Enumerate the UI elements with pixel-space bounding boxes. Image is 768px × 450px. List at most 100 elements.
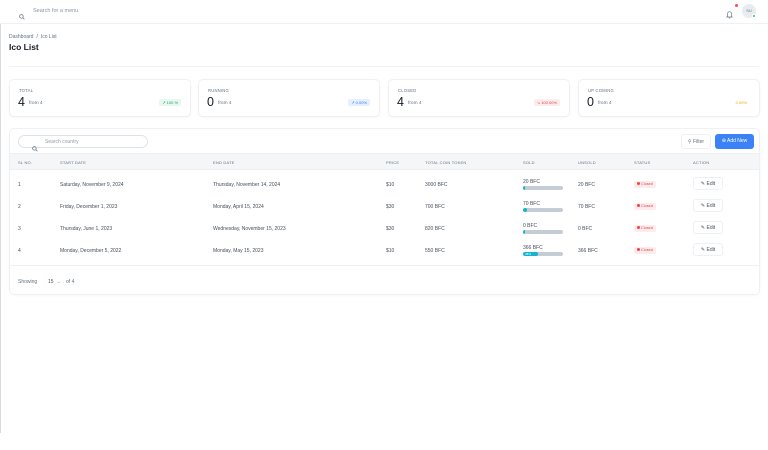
sold-progress-fill [523, 230, 525, 234]
notification-dot [735, 4, 738, 7]
cell-start-date: Friday, December 1, 2023 [60, 204, 118, 210]
search-placeholder: Search country [45, 139, 79, 145]
table-row: 1 Saturday, November 9, 2024 Thursday, N… [10, 173, 759, 195]
sidebar-border [0, 20, 1, 433]
stat-label: RUNNING [208, 88, 229, 93]
showing-label: Showing [18, 279, 38, 285]
cell-unsold: 20 BFC [578, 182, 595, 188]
stat-badge: 0.00% [732, 99, 750, 106]
stat-sub: from 4 [598, 101, 612, 106]
col-sl-no: SL NO. [18, 160, 33, 165]
col-action: ACTION [693, 160, 710, 165]
status-badge: Closed [634, 181, 656, 188]
sold-progress-bar: 38% [523, 252, 563, 256]
edit-button[interactable]: ✎ Edit [693, 177, 723, 190]
cell-price: $10 [386, 248, 395, 254]
stat-card-upcoming: UP COMING 0 from 4 0.00% [578, 79, 760, 117]
stat-value: 4 [18, 95, 25, 109]
cell-end-date: Monday, April 15, 2024 [213, 204, 264, 210]
edit-button[interactable]: ✎ Edit [693, 243, 723, 256]
stat-label: UP COMING [588, 88, 614, 93]
stat-badge: ↘ 100.00% [533, 99, 560, 106]
sold-progress-fill [523, 208, 527, 212]
status-badge: Closed [634, 225, 656, 232]
filter-button[interactable]: ⚲ Filter [681, 134, 711, 149]
table-row: 4 Monday, December 5, 2022 Monday, May 1… [10, 239, 759, 261]
cell-unsold: 70 BFC [578, 204, 595, 210]
stat-card-running: RUNNING 0 from 4 ↗ 0.00% [198, 79, 380, 117]
cell-total: 700 BFC [425, 204, 445, 210]
cell-sold: 70 BFC [523, 201, 563, 212]
pagination-total: of 4 [66, 279, 75, 285]
country-search-input[interactable]: Search country [18, 135, 148, 152]
table-header: SL NO. START DATE END DATE PRICE TOTAL C… [10, 153, 759, 170]
col-price: PRICE [386, 160, 400, 165]
sold-progress-fill [523, 186, 525, 190]
cell-price: $10 [386, 182, 395, 188]
breadcrumb-dashboard[interactable]: Dashboard [9, 34, 33, 40]
col-total-coin-token: TOTAL COIN TOKEN [425, 160, 467, 165]
sold-amount: 366 BFC [523, 245, 543, 251]
sold-amount: 0 BFC [523, 223, 538, 229]
stat-label: TOTAL [19, 88, 34, 93]
stat-sub: from 4 [218, 101, 232, 106]
cell-sl: 4 [18, 248, 21, 254]
cell-sold: 0 BFC [523, 223, 563, 234]
edit-button[interactable]: ✎ Edit [693, 221, 723, 234]
cell-start-date: Saturday, November 9, 2024 [60, 182, 124, 188]
stat-card-closed: CLOSED 4 from 4 ↘ 100.00% [388, 79, 570, 117]
table-row: 3 Thursday, June 1, 2023 Wednesday, Nove… [10, 217, 759, 239]
table-row: 2 Friday, December 1, 2023 Monday, April… [10, 195, 759, 217]
stat-value: 0 [207, 95, 214, 109]
sold-amount: 70 BFC [523, 201, 540, 207]
cell-end-date: Monday, May 15, 2023 [213, 248, 264, 254]
ico-table-panel: Search country ⚲ Filter ⊕ Add New SL NO.… [9, 128, 760, 295]
cell-start-date: Monday, December 5, 2022 [60, 248, 122, 254]
breadcrumb-current: Ico List [40, 34, 57, 40]
col-unsold: UNSOLD [578, 160, 596, 165]
status-badge: Closed [634, 203, 656, 210]
breadcrumb: Dashboard / Ico List [9, 34, 60, 40]
chevron-down-icon: ⌄ [56, 279, 61, 285]
sold-amount: 20 BFC [523, 179, 540, 185]
cell-sold: 20 BFC [523, 179, 563, 190]
stat-sub: from 4 [408, 101, 422, 106]
status-badge: Closed [634, 247, 656, 254]
stat-value: 4 [397, 95, 404, 109]
cell-total: 550 BFC [425, 248, 445, 254]
sold-progress-bar [523, 208, 563, 212]
bell-icon[interactable] [726, 6, 733, 24]
cell-total: 820 BFC [425, 226, 445, 232]
per-page-select[interactable]: 15 ⌄ [48, 279, 61, 285]
cell-sl: 2 [18, 204, 21, 210]
online-status-dot [752, 14, 756, 18]
cell-sold: 366 BFC 38% [523, 245, 563, 256]
cell-unsold: 366 BFC [578, 248, 598, 254]
cell-unsold: 0 BFC [578, 226, 593, 232]
col-start-date: START DATE [60, 160, 87, 165]
cell-sl: 1 [18, 182, 21, 188]
cell-price: $30 [386, 204, 395, 210]
sold-progress-bar [523, 230, 563, 234]
stat-badge: ↗ 100 % [159, 99, 181, 106]
sold-progress-fill: 38% [523, 252, 539, 256]
cell-price: $30 [386, 226, 395, 232]
breadcrumb-separator: / [36, 34, 38, 40]
top-bar: Search for a menu SU [0, 0, 768, 24]
add-new-button[interactable]: ⊕ Add New [715, 134, 754, 149]
cell-total: 3000 BFC [425, 182, 448, 188]
cell-end-date: Wednesday, November 15, 2023 [213, 226, 286, 232]
stat-value: 0 [587, 95, 594, 109]
table-footer-divider [10, 265, 759, 266]
stat-sub: from 4 [29, 101, 43, 106]
sold-progress-bar [523, 186, 563, 190]
stat-badge: ↗ 0.00% [348, 99, 370, 106]
edit-button[interactable]: ✎ Edit [693, 199, 723, 212]
menu-search-input[interactable]: Search for a menu [33, 8, 78, 14]
search-icon[interactable] [19, 7, 25, 25]
cell-start-date: Thursday, June 1, 2023 [60, 226, 113, 232]
stat-label: CLOSED [398, 88, 417, 93]
stat-card-total: TOTAL 4 from 4 ↗ 100 % [9, 79, 191, 117]
page-title: Ico List [9, 42, 39, 52]
cell-end-date: Thursday, November 14, 2024 [213, 182, 281, 188]
